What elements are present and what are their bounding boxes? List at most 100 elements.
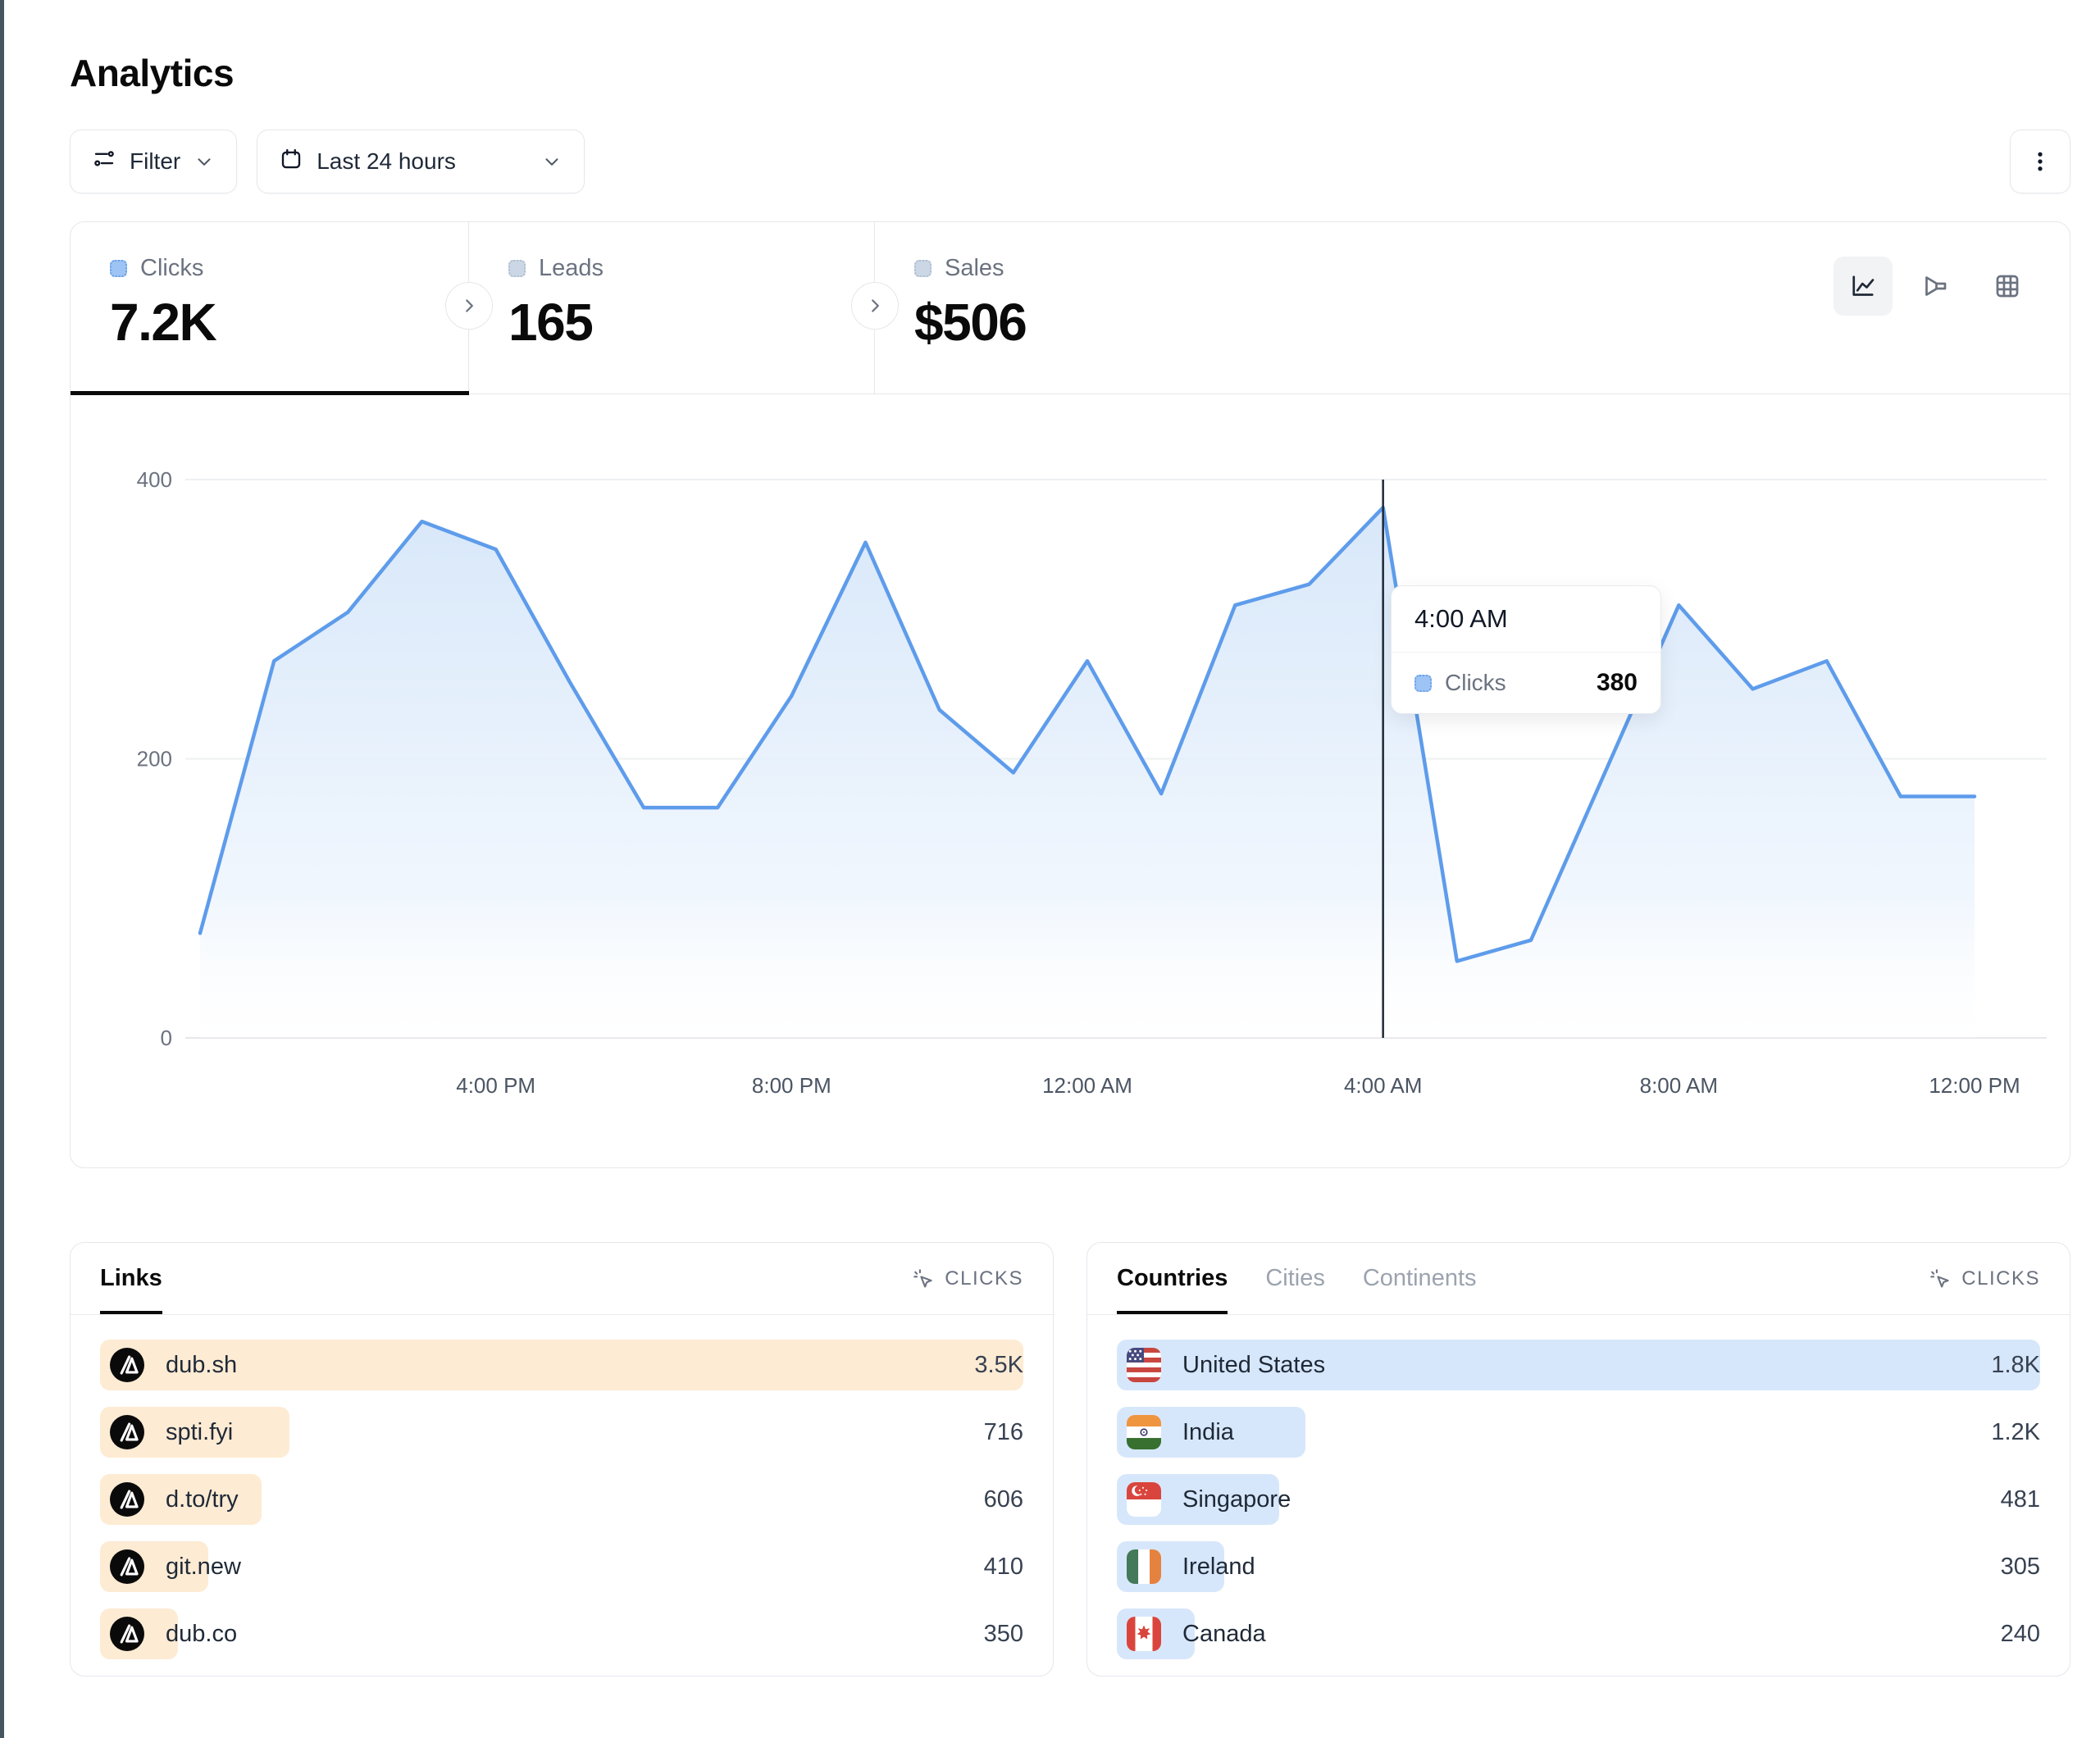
link-row[interactable]: dub.co 350 xyxy=(100,1608,1023,1659)
chevron-right-icon xyxy=(458,295,480,316)
country-clicks-value: 240 xyxy=(2001,1621,2040,1648)
country-label: Canada xyxy=(1182,1621,1266,1648)
links-metric-header[interactable]: CLICKS xyxy=(912,1243,1023,1314)
dub-logo-icon xyxy=(110,1348,144,1382)
country-row[interactable]: United States 1.8K xyxy=(1117,1340,2040,1390)
country-clicks-value: 1.2K xyxy=(1991,1419,2040,1446)
tooltip-time: 4:00 AM xyxy=(1392,586,1660,653)
table-icon xyxy=(1993,271,2022,301)
flag-ca-icon xyxy=(1127,1617,1161,1651)
chart-view-toggle xyxy=(1834,257,2037,316)
link-row[interactable]: git.new410 xyxy=(100,1541,1023,1592)
dub-logo-icon xyxy=(110,1482,144,1517)
link-clicks-value: 350 xyxy=(984,1621,1023,1648)
line-chart-view-button[interactable] xyxy=(1834,257,1893,316)
countries-panel-header: Countries Cities Continents CLICKS xyxy=(1087,1243,2070,1315)
country-clicks-value: 305 xyxy=(2001,1554,2040,1581)
dub-logo-icon xyxy=(110,1415,144,1449)
x-axis-label: 4:00 PM xyxy=(456,1073,535,1098)
links-panel-header: Links CLICKS xyxy=(71,1243,1053,1315)
y-axis-label: 0 xyxy=(161,1026,172,1050)
stat-label: Clicks xyxy=(140,255,203,282)
link-row[interactable]: spti.fyi 716 xyxy=(100,1407,1023,1458)
link-row[interactable]: dub.sh 3.5K xyxy=(100,1340,1023,1390)
calendar-icon xyxy=(279,147,303,177)
x-axis-label: 8:00 PM xyxy=(752,1073,831,1098)
link-clicks-value: 716 xyxy=(984,1419,1023,1446)
links-metric-label: CLICKS xyxy=(945,1267,1023,1290)
chevron-down-icon xyxy=(541,151,563,172)
cursor-click-icon xyxy=(1929,1267,1952,1290)
line-chart-icon xyxy=(1848,271,1878,301)
stat-value: 165 xyxy=(508,292,874,353)
countries-panel-tabs: Countries Cities Continents xyxy=(1117,1243,1477,1314)
kebab-menu-icon xyxy=(2028,149,2052,174)
x-axis-label: 8:00 AM xyxy=(1640,1073,1718,1098)
flag-us-icon xyxy=(1127,1348,1161,1382)
stat-label: Sales xyxy=(945,255,1004,282)
cursor-click-icon xyxy=(912,1267,935,1290)
countries-metric-label: CLICKS xyxy=(1961,1267,2040,1290)
expand-sales-button[interactable] xyxy=(851,282,899,330)
dub-logo-icon xyxy=(110,1617,144,1651)
series-swatch xyxy=(914,260,932,277)
filter-icon xyxy=(92,147,116,177)
country-label: India xyxy=(1182,1419,1234,1446)
tooltip-value: 380 xyxy=(1597,669,1638,697)
expand-leads-button[interactable] xyxy=(445,282,493,330)
chart-tooltip: 4:00 AM Clicks 380 xyxy=(1391,585,1661,714)
clicks-series-swatch xyxy=(1414,675,1432,692)
series-swatch xyxy=(508,260,526,277)
y-axis-label: 200 xyxy=(137,747,172,771)
tab-links[interactable]: Links xyxy=(100,1243,162,1314)
link-label: dub.sh xyxy=(166,1352,237,1379)
link-row[interactable]: d.to/try606 xyxy=(100,1474,1023,1525)
active-tab-underline xyxy=(71,391,469,395)
x-axis-label: 12:00 AM xyxy=(1042,1073,1132,1098)
stat-value: 7.2K xyxy=(110,292,468,353)
link-label: dub.co xyxy=(166,1621,237,1648)
tab-countries[interactable]: Countries xyxy=(1117,1243,1228,1314)
links-panel: Links CLICKS dub.sh 3.5K spti.fyi 716 d.to/t… xyxy=(70,1242,1054,1677)
countries-metric-header[interactable]: CLICKS xyxy=(1929,1243,2040,1314)
links-rows: dub.sh 3.5K spti.fyi 716 d.to/try606 git.new4… xyxy=(71,1315,1053,1659)
chevron-right-icon xyxy=(864,295,886,316)
filter-button-label: Filter xyxy=(130,148,180,175)
country-row[interactable]: Singapore481 xyxy=(1117,1474,2040,1525)
stat-tab-clicks[interactable]: Clicks 7.2K xyxy=(71,222,469,394)
flag-ie-icon xyxy=(1127,1549,1161,1584)
more-options-button[interactable] xyxy=(2010,130,2070,193)
link-clicks-value: 3.5K xyxy=(974,1352,1023,1379)
country-row[interactable]: Canada 240 xyxy=(1117,1608,2040,1659)
country-row[interactable]: Ireland 305 xyxy=(1117,1541,2040,1592)
country-clicks-value: 481 xyxy=(2001,1486,2040,1513)
country-label: United States xyxy=(1182,1352,1325,1379)
x-axis-label: 12:00 PM xyxy=(1929,1073,2020,1098)
date-range-button[interactable]: Last 24 hours xyxy=(257,130,585,193)
clicks-area-chart[interactable]: 0 200 400 4:00 PM 8:00 PM 12:00 AM 4:00 AM 8:00… xyxy=(71,394,2071,1167)
table-view-button[interactable] xyxy=(1978,257,2037,316)
link-label: spti.fyi xyxy=(166,1419,233,1446)
link-bar xyxy=(100,1340,1023,1390)
tab-continents[interactable]: Continents xyxy=(1363,1243,1477,1314)
funnel-icon xyxy=(1920,271,1950,301)
tab-cities[interactable]: Cities xyxy=(1265,1243,1325,1314)
country-clicks-value: 1.8K xyxy=(1991,1352,2040,1379)
stat-tab-leads[interactable]: Leads165 xyxy=(469,222,875,394)
toolbar: Filter Last 24 hours xyxy=(70,130,2070,193)
link-clicks-value: 410 xyxy=(984,1554,1023,1581)
area-fill xyxy=(200,507,1975,1038)
chart-canvas: 0 200 400 4:00 PM 8:00 PM 12:00 AM 4:00 AM 8:00… xyxy=(71,394,2071,1167)
chevron-down-icon xyxy=(194,151,215,172)
country-row[interactable]: India 1.2K xyxy=(1117,1407,2040,1458)
left-edge-strip xyxy=(0,0,4,1738)
y-axis-label: 400 xyxy=(137,467,172,492)
page-title: Analytics xyxy=(70,51,2070,95)
country-label: Ireland xyxy=(1182,1554,1255,1581)
link-label: d.to/try xyxy=(166,1486,239,1513)
funnel-view-button[interactable] xyxy=(1906,257,1965,316)
filter-button[interactable]: Filter xyxy=(70,130,237,193)
flag-in-icon xyxy=(1127,1415,1161,1449)
tooltip-series-label: Clicks xyxy=(1445,670,1506,696)
date-range-label: Last 24 hours xyxy=(317,148,456,175)
